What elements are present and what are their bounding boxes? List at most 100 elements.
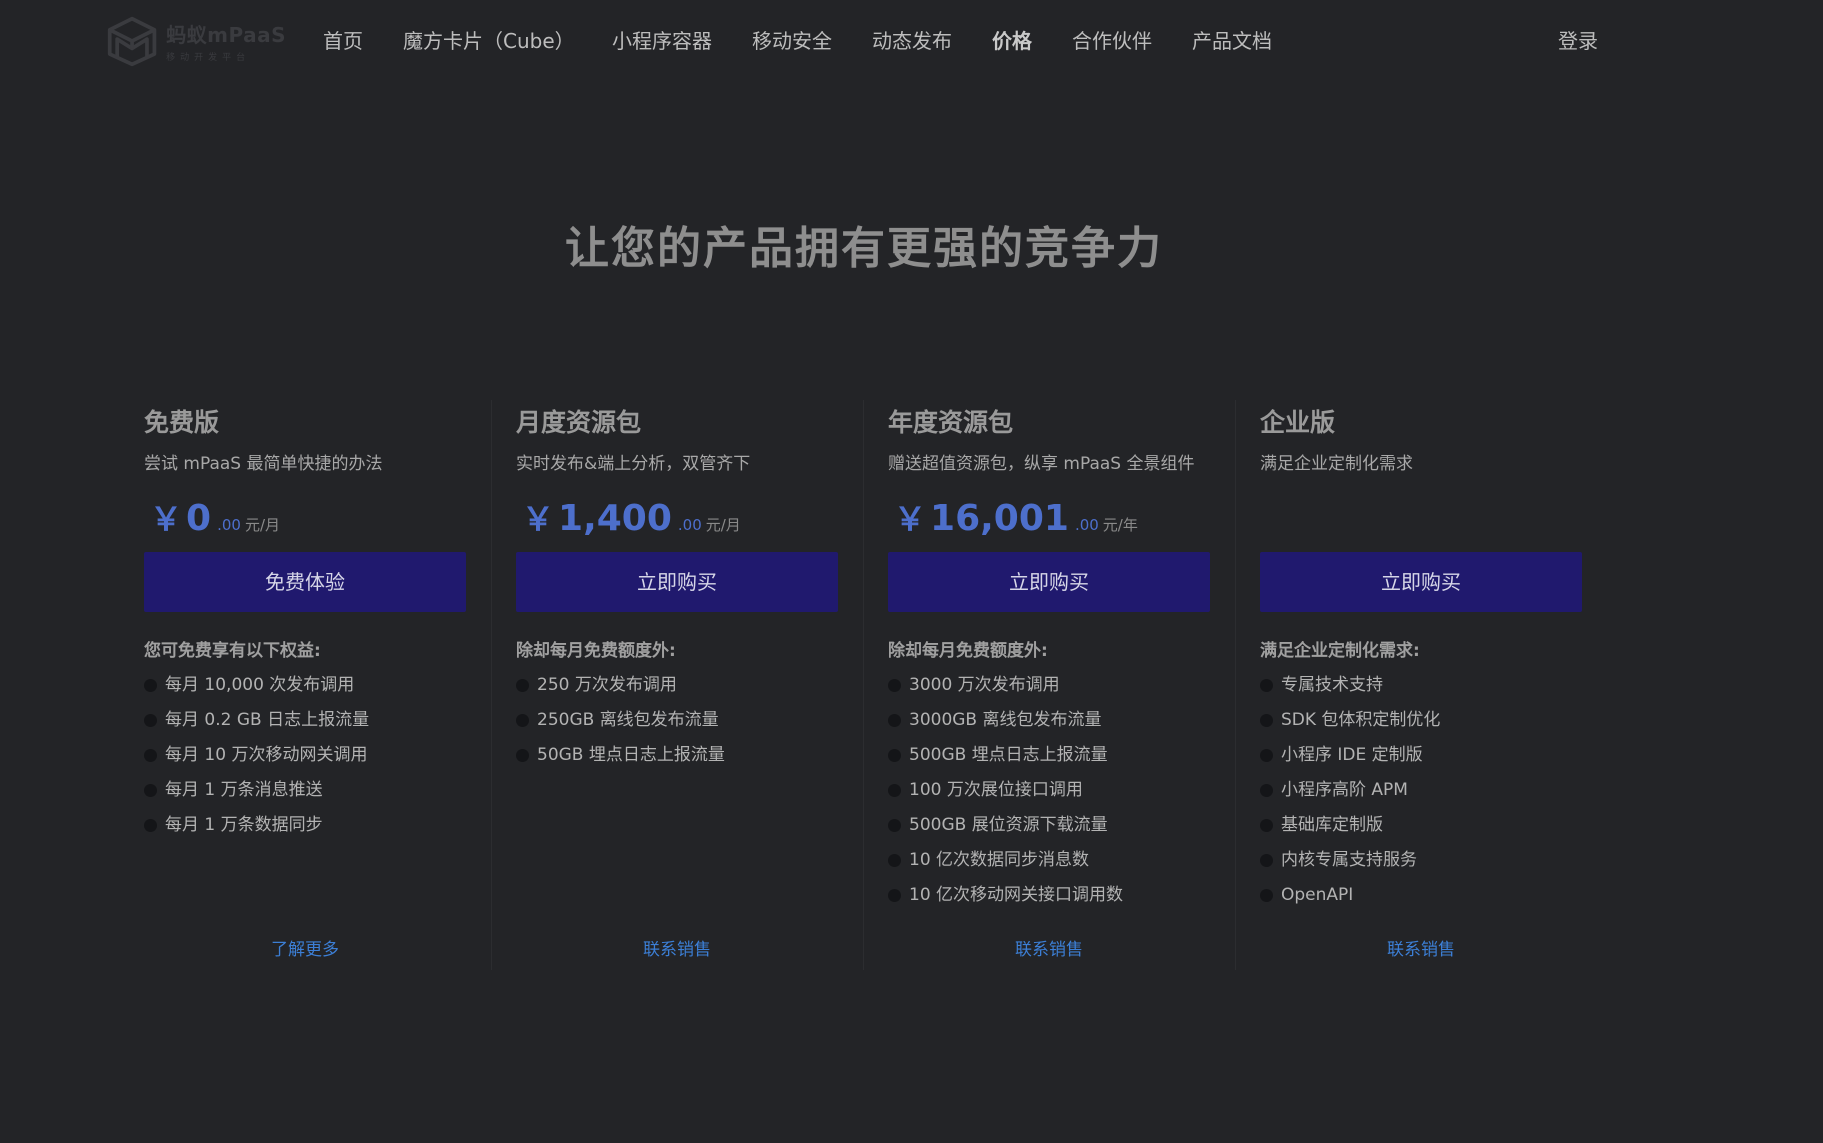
nav-pricing[interactable]: 价格 [992,26,1032,56]
bullet-dot-icon [1260,749,1273,762]
features-title: 满足企业定制化需求: [1260,641,1420,661]
plan-enterprise: 企业版 满足企业定制化需求 立即购买 满足企业定制化需求: 专属技术支持 SDK… [1236,400,1608,970]
feature-item: 500GB 埋点日志上报流量 [888,738,1210,773]
nav-cube-card[interactable]: 魔方卡片（Cube） [403,26,575,56]
plan-name: 年度资源包 [888,408,1014,437]
feature-item: 每月 0.2 GB 日志上报流量 [144,703,466,738]
buy-now-button[interactable]: 立即购买 [516,552,838,612]
plan-name: 月度资源包 [516,408,642,437]
nav-partners[interactable]: 合作伙伴 [1072,26,1152,56]
plan-annual: 年度资源包 赠送超值资源包，纵享 mPaaS 全景组件 ￥ 16,001 .00… [864,400,1236,970]
nav-mobile-security[interactable]: 移动安全 [752,26,832,56]
bullet-dot-icon [1260,889,1273,902]
features-list: 专属技术支持 SDK 包体积定制优化 小程序 IDE 定制版 小程序高阶 APM… [1260,668,1582,913]
currency-symbol: ￥ [894,500,927,538]
feature-item: 基础库定制版 [1260,808,1582,843]
price-decimals: .00 [1074,516,1099,534]
bullet-dot-icon [888,819,901,832]
nav-dynamic-release[interactable]: 动态发布 [872,26,952,56]
features-title: 除却每月免费额度外: [516,641,676,661]
plan-monthly: 月度资源包 实时发布&端上分析，双管齐下 ￥ 1,400 .00 元/月 立即购… [492,400,864,970]
feature-item: 内核专属支持服务 [1260,843,1582,878]
plan-description: 尝试 mPaaS 最简单快捷的办法 [144,454,383,474]
feature-item: 10 亿次数据同步消息数 [888,843,1210,878]
feature-item: 每月 1 万条消息推送 [144,773,466,808]
features-list: 250 万次发布调用 250GB 离线包发布流量 50GB 埋点日志上报流量 [516,668,838,773]
feature-item: 专属技术支持 [1260,668,1582,703]
plan-description: 赠送超值资源包，纵享 mPaaS 全景组件 [888,454,1195,474]
feature-item: 500GB 展位资源下载流量 [888,808,1210,843]
plan-price: ￥ 16,001 .00 元/年 [888,494,1210,542]
feature-item: 每月 1 万条数据同步 [144,808,466,843]
logo[interactable]: 蚂蚁mPaaS 移动开发平台 [106,14,286,68]
feature-item: 3000 万次发布调用 [888,668,1210,703]
bullet-dot-icon [1260,854,1273,867]
feature-item: SDK 包体积定制优化 [1260,703,1582,738]
price-decimals: .00 [217,516,241,534]
contact-sales-link[interactable]: 联系销售 [888,934,1210,966]
bullet-dot-icon [1260,714,1273,727]
contact-sales-link[interactable]: 联系销售 [516,934,838,966]
pricing-plans: 免费版 尝试 mPaaS 最简单快捷的办法 ￥ 0 .00 元/月 免费体验 您… [120,400,1610,970]
nav-home[interactable]: 首页 [323,26,363,56]
bullet-dot-icon [516,749,529,762]
price-unit: 元/月 [244,516,280,534]
logo-name: 蚂蚁mPaaS [166,23,286,47]
free-trial-button[interactable]: 免费体验 [144,552,466,612]
features-title: 除却每月免费额度外: [888,641,1048,661]
bullet-dot-icon [888,889,901,902]
feature-item: 小程序高阶 APM [1260,773,1582,808]
price-value: 0 [186,498,212,539]
bullet-dot-icon [888,714,901,727]
learn-more-link[interactable]: 了解更多 [144,934,466,966]
price-unit: 元/年 [1102,516,1138,534]
bullet-dot-icon [888,854,901,867]
page-headline: 让您的产品拥有更强的竞争力 [565,223,1163,274]
nav-docs[interactable]: 产品文档 [1192,26,1272,56]
logo-cube-icon [107,16,157,67]
feature-item: 50GB 埋点日志上报流量 [516,738,838,773]
feature-item: 100 万次展位接口调用 [888,773,1210,808]
bullet-dot-icon [1260,819,1273,832]
bullet-dot-icon [144,819,157,832]
feature-item: 3000GB 离线包发布流量 [888,703,1210,738]
price-decimals: .00 [677,516,702,534]
feature-item: 250GB 离线包发布流量 [516,703,838,738]
bullet-dot-icon [888,749,901,762]
plan-price-empty [1260,494,1582,542]
bullet-dot-icon [144,749,157,762]
bullet-dot-icon [1260,679,1273,692]
plan-name: 免费版 [144,408,220,437]
price-value: 16,001 [930,498,1069,539]
bullet-dot-icon [888,679,901,692]
currency-symbol: ￥ [150,500,183,538]
features-list: 每月 10,000 次发布调用 每月 0.2 GB 日志上报流量 每月 10 万… [144,668,466,843]
feature-item: 10 亿次移动网关接口调用数 [888,878,1210,913]
feature-item: 小程序 IDE 定制版 [1260,738,1582,773]
plan-price: ￥ 0 .00 元/月 [144,494,466,542]
plan-free: 免费版 尝试 mPaaS 最简单快捷的办法 ￥ 0 .00 元/月 免费体验 您… [120,400,492,970]
feature-item: OpenAPI [1260,878,1582,913]
price-unit: 元/月 [705,516,741,534]
contact-sales-link[interactable]: 联系销售 [1260,934,1582,966]
price-value: 1,400 [558,498,672,539]
feature-item: 250 万次发布调用 [516,668,838,703]
features-title: 您可免费享有以下权益: [144,641,321,661]
login-link[interactable]: 登录 [1558,26,1598,56]
buy-now-button[interactable]: 立即购买 [1260,552,1582,612]
plan-name: 企业版 [1260,408,1336,437]
buy-now-button[interactable]: 立即购买 [888,552,1210,612]
bullet-dot-icon [144,679,157,692]
nav-miniprogram-container[interactable]: 小程序容器 [612,26,712,56]
plan-description: 满足企业定制化需求 [1260,454,1413,474]
feature-item: 每月 10 万次移动网关调用 [144,738,466,773]
bullet-dot-icon [144,784,157,797]
site-header: 蚂蚁mPaaS 移动开发平台 首页 魔方卡片（Cube） 小程序容器 移动安全 … [0,0,1823,80]
plan-price: ￥ 1,400 .00 元/月 [516,494,838,542]
bullet-dot-icon [144,714,157,727]
currency-symbol: ￥ [522,500,555,538]
bullet-dot-icon [516,679,529,692]
bullet-dot-icon [888,784,901,797]
bullet-dot-icon [516,714,529,727]
logo-tagline: 移动开发平台 [166,53,251,63]
